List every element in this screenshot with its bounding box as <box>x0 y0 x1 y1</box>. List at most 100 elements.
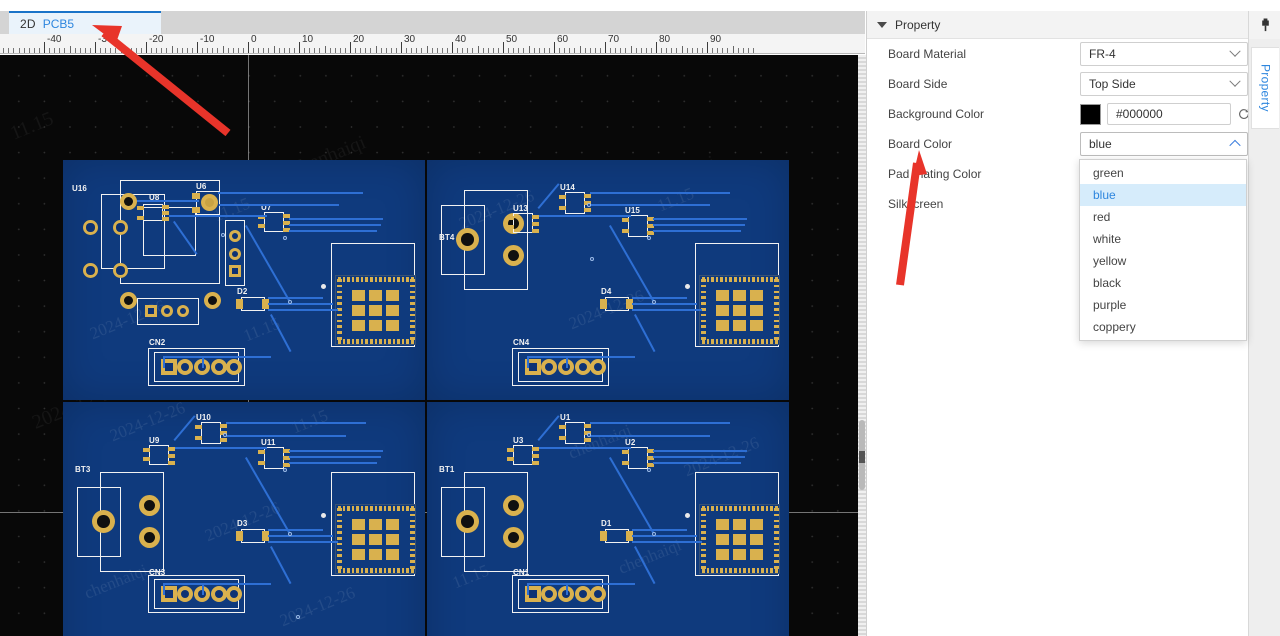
pad <box>139 495 160 516</box>
trace <box>653 456 745 458</box>
pcb-board-top-left[interactable]: 11.15 2024-12-26 11.15 U16 U8 U6 U7 D2 C… <box>63 160 425 400</box>
background-color-swatch[interactable] <box>1080 103 1101 125</box>
ref-designator: U1 <box>560 413 571 422</box>
module-pad <box>700 554 706 557</box>
trace <box>202 583 204 595</box>
pin-panel-button[interactable] <box>1249 11 1280 39</box>
ruler-tick-minor <box>385 48 387 53</box>
board-color-option-white[interactable]: white <box>1080 228 1246 250</box>
module-pad <box>369 505 373 511</box>
module-pad <box>720 276 723 282</box>
pad <box>532 461 539 465</box>
ruler-tick-minor <box>584 48 586 53</box>
via <box>652 300 656 304</box>
panel-splitter[interactable] <box>858 55 866 636</box>
board-color-option-black[interactable]: black <box>1080 272 1246 294</box>
ruler-tick-minor <box>212 48 214 53</box>
trace <box>173 415 196 441</box>
module-pad <box>700 290 706 294</box>
pcb-panel[interactable]: 11.15 2024-12-26 11.15 U16 U8 U6 U7 D2 C… <box>63 160 789 636</box>
ruler-tick-minor <box>446 48 448 53</box>
pad <box>590 586 606 602</box>
ruler-tick-minor <box>237 48 239 53</box>
module-pad <box>761 338 764 344</box>
property-vertical-tab[interactable]: Property <box>1251 47 1279 129</box>
module-pad <box>392 567 396 573</box>
ref-designator: D3 <box>237 519 248 528</box>
silk-outline <box>149 445 169 465</box>
ruler-tick-minor <box>615 48 617 53</box>
module-pad <box>773 308 779 311</box>
ruler-label: 50 <box>506 34 518 45</box>
ruler-tick-minor <box>130 48 132 53</box>
ruler-tick-minor <box>528 46 530 53</box>
module-pad <box>351 338 355 344</box>
pad <box>532 229 539 233</box>
chevron-down-icon[interactable] <box>877 21 887 28</box>
module-pad <box>369 567 373 573</box>
trace <box>537 183 560 209</box>
module-pad <box>356 505 359 511</box>
ref-designator: BT4 <box>439 233 455 242</box>
pcb-canvas[interactable]: 11.15 2024-12-26 chenhaiqi 2024-12-26 ch… <box>0 55 864 636</box>
ruler-tick-minor <box>492 48 494 53</box>
ref-designator: CN2 <box>149 338 166 347</box>
module-pad <box>365 338 368 344</box>
module-pad <box>336 531 342 534</box>
pcb-board-bottom-left[interactable]: 2024-12-26 11.15 2024-12-26 chenhaiqi 20… <box>63 398 425 636</box>
module-pad <box>700 525 706 528</box>
module-pad <box>336 296 342 299</box>
board-color-option-coppery[interactable]: coppery <box>1080 316 1246 338</box>
ruler-tick-minor <box>309 48 311 53</box>
module-pad <box>365 505 368 511</box>
board-color-select[interactable]: blue <box>1080 132 1248 156</box>
pad <box>120 292 137 309</box>
ruler-tick-minor <box>518 48 520 53</box>
board-color-dropdown-list[interactable]: green blue red white yellow black purple copper… <box>1079 159 1247 341</box>
module-pad <box>336 560 342 563</box>
board-material-select[interactable]: FR-4 <box>1080 42 1248 66</box>
module-pad <box>700 560 706 563</box>
board-color-option-purple[interactable]: purple <box>1080 294 1246 316</box>
pad <box>532 447 539 451</box>
board-color-option-blue[interactable]: blue <box>1080 184 1246 206</box>
board-color-option-red[interactable]: red <box>1080 206 1246 228</box>
property-label: Board Side <box>888 77 948 91</box>
ruler-tick-minor <box>395 48 397 53</box>
module-center-pad <box>750 304 763 316</box>
property-panel-header[interactable]: Property <box>867 11 1249 39</box>
module-center-pad <box>733 289 746 301</box>
ruler-tick-minor <box>671 48 673 53</box>
panel-splitter-grip[interactable] <box>859 451 865 463</box>
module-pad <box>388 567 391 573</box>
pad <box>162 211 169 215</box>
ruler-tick-minor <box>523 48 525 53</box>
ruler-tick-minor <box>89 48 91 53</box>
ruler-tick-minor <box>635 48 637 53</box>
module-pad <box>336 508 342 511</box>
pad <box>503 527 524 548</box>
trace <box>632 529 687 531</box>
module-pad <box>409 325 415 328</box>
pad <box>600 299 607 309</box>
module-pad <box>700 508 706 511</box>
pcb-board-bottom-right[interactable]: chenhaiqi 2024-12-26 chenhaiqi 11.15 BT1 <box>427 402 789 636</box>
pcb-board-top-right[interactable]: 2024-12-26 11.15 2024-12-26 BT4 U13 U14 … <box>427 160 789 400</box>
board-color-option-green[interactable]: green <box>1080 162 1246 184</box>
ruler-tick-minor <box>324 46 326 53</box>
module-pad <box>409 537 415 540</box>
board-color-option-yellow[interactable]: yellow <box>1080 250 1246 272</box>
pad <box>229 248 241 260</box>
background-color-hex-input[interactable] <box>1107 103 1231 125</box>
pin-icon <box>1261 18 1269 32</box>
trace <box>653 462 741 464</box>
pad <box>258 450 265 454</box>
board-side-select[interactable]: Top Side <box>1080 72 1248 96</box>
trace <box>169 215 267 217</box>
ruler-tick-minor <box>18 48 20 53</box>
module-pad <box>360 567 364 573</box>
pad <box>226 586 242 602</box>
pad <box>507 225 514 229</box>
trace <box>590 192 730 194</box>
document-tab-pcb5[interactable]: 2D PCB5 <box>9 11 161 34</box>
